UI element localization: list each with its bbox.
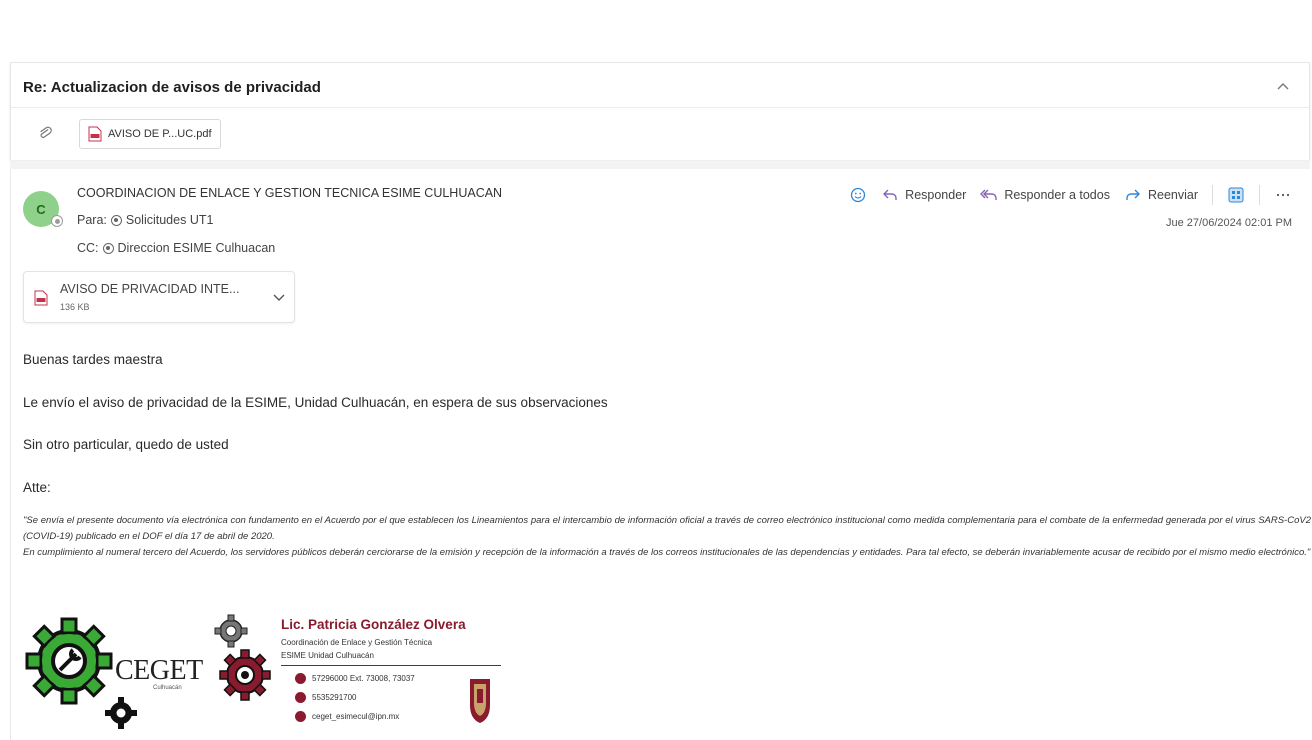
paperclip-icon [40,126,52,138]
avatar-initial: C [36,201,46,217]
signature-mobile: 5535291700 [295,692,357,703]
pdf-icon [34,290,48,306]
attachment-card[interactable]: AVISO DE PRIVACIDAD INTE... 136 KB [23,271,295,323]
sender-name[interactable]: COORDINACION DE ENLACE Y GESTION TECNICA… [77,186,502,200]
divider [1212,185,1213,205]
attachment-chip-label: AVISO DE P...UC.pdf [108,128,212,140]
reply-all-button[interactable]: Responder a todos [980,186,1110,204]
presence-icon [102,242,114,254]
signature-unit: ESIME Unidad Culhuacán [281,651,374,660]
reply-label: Responder [905,188,967,202]
cc-label: CC: [77,241,99,255]
body-greeting: Buenas tardes maestra [23,352,163,367]
signature-name: Lic. Patricia González Olvera [281,617,466,632]
presence-status-icon [51,215,63,227]
forward-button[interactable]: Reenviar [1124,186,1198,204]
email-subject: Re: Actualizacion de avisos de privacida… [23,79,321,96]
forward-icon [1126,189,1140,200]
signature-phone: 57296000 Ext. 73008, 73037 [295,673,415,684]
signature-title: Coordinación de Enlace y Gestión Técnica [281,638,433,647]
phone-icon [295,673,306,684]
email-icon [295,711,306,722]
more-options-icon[interactable] [1274,186,1292,204]
subject-row: Re: Actualizacion de avisos de privacida… [23,77,1297,99]
cc-recipient[interactable]: Direccion ESIME Culhuacan [118,241,276,255]
emoji-icon[interactable] [849,186,867,204]
mobile-text: 5535291700 [312,693,357,702]
legal-disclaimer: "Se envía el presente documento vía elec… [23,513,1311,561]
teams-grid-icon[interactable] [1227,186,1245,204]
reply-all-label: Responder a todos [1004,188,1110,202]
sent-date: Jue 27/06/2024 02:01 PM [1166,217,1292,229]
body-closing: Atte: [23,480,51,495]
chevron-down-icon[interactable] [272,292,286,304]
conversation-header: Re: Actualizacion de avisos de privacida… [10,62,1310,160]
body-line: Sin otro particular, quedo de usted [23,437,229,452]
message: C COORDINACION DE ENLACE Y GESTION TECNI… [10,169,1311,740]
to-row: Para: Solicitudes UT1 [77,213,213,227]
cc-row: CC: Direccion ESIME Culhuacan [77,241,275,255]
phone-text: 57296000 Ext. 73008, 73037 [312,674,415,683]
divider [1259,185,1260,205]
signature-email: ceget_esimecul@ipn.mx [295,711,399,722]
divider [281,665,501,666]
reply-icon [883,189,897,200]
email-text[interactable]: ceget_esimecul@ipn.mx [312,712,399,721]
body-line: Le envío el aviso de privacidad de la ES… [23,395,608,410]
attachment-size: 136 KB [60,302,90,312]
ipn-shield-icon [470,679,490,723]
mobile-icon [295,692,306,703]
reply-all-icon [980,189,998,200]
message-actions: Responder Responder a todos Reenviar [849,185,1292,205]
pdf-icon [88,126,102,142]
logo-text: CEGET [115,655,203,686]
email-signature: CEGET Culhuacán Lic. Patricia González O… [23,607,503,737]
divider [11,107,1309,108]
chevron-up-icon[interactable] [1275,79,1291,95]
attachment-name: AVISO DE PRIVACIDAD INTE... [60,282,240,296]
to-recipient[interactable]: Solicitudes UT1 [126,213,214,227]
separator-band [10,161,1310,169]
presence-icon [110,214,122,226]
disclaimer-paragraph: En cumplimiento al numeral tercero del A… [23,547,1311,558]
to-label: Para: [77,213,107,227]
forward-label: Reenviar [1147,188,1198,202]
reply-button[interactable]: Responder [881,186,966,204]
attachment-chip[interactable]: AVISO DE P...UC.pdf [79,119,221,149]
disclaimer-paragraph: "Se envía el presente documento vía elec… [23,515,1311,542]
logo-subtext: Culhuacán [153,685,182,691]
